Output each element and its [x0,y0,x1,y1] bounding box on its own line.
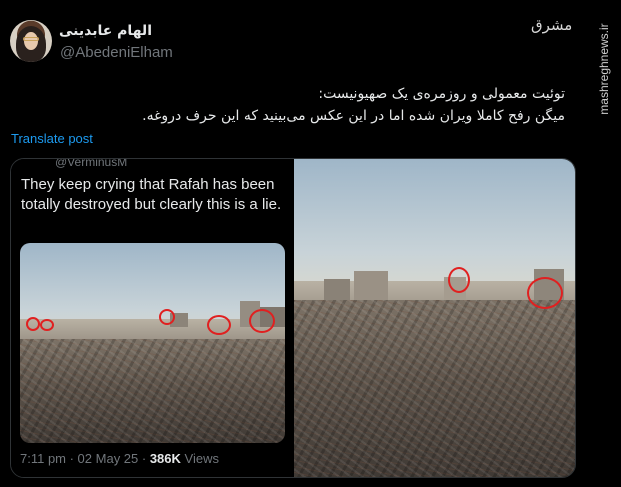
quoted-meta: 7:11 pm · 02 May 25 · 386K Views [20,451,219,466]
watermark-site-text: mashreghnews.ir [597,23,611,115]
quoted-views-label: Views [180,451,219,466]
quoted-photo[interactable] [20,243,285,443]
rubble-scene [20,243,285,443]
highlight-circle [207,315,231,335]
quoted-views-count: 386K [149,451,181,466]
tweet-text: توئیت معمولی و روزمره‌ی یک صهیونیست: میگ… [5,83,565,127]
watermark-logo: مشرق [531,16,573,34]
avatar[interactable] [10,20,52,62]
tweet: الهام عابدینی @AbedeniElham توئیت معمولی… [0,0,590,487]
highlight-circle [527,277,563,309]
rubble [294,299,575,477]
tweet-line-2: میگن رفح کاملا ویران شده اما در این عکس … [142,108,565,124]
avatar-face [24,32,38,50]
avatar-glasses [23,37,39,41]
highlight-circle [448,267,470,293]
rubble-scene [294,159,575,477]
highlight-circle [26,317,40,331]
user-display-name[interactable]: الهام عابدینی [59,23,152,39]
quoted-time: 7:11 pm · 02 May 25 · [20,451,150,466]
media-attachment[interactable]: @VerminusM They keep crying that Rafah h… [10,158,576,478]
highlight-circle [249,309,275,333]
quoted-handle: @VerminusM [55,158,128,169]
quoted-tweet-screenshot[interactable]: @VerminusM They keep crying that Rafah h… [11,158,294,477]
watermark-site: mashreghnews.ir [593,14,615,124]
tweet-line-1: توئیت معمولی و روزمره‌ی یک صهیونیست: [318,86,565,102]
rubble [20,339,285,443]
zoomed-photo[interactable] [294,159,575,477]
quoted-text: They keep crying that Rafah has been tot… [21,176,282,213]
translate-post-link[interactable]: Translate post [11,131,93,146]
user-handle[interactable]: @AbedeniElham [60,44,173,61]
highlight-circle [40,319,54,331]
highlight-circle [159,309,175,325]
